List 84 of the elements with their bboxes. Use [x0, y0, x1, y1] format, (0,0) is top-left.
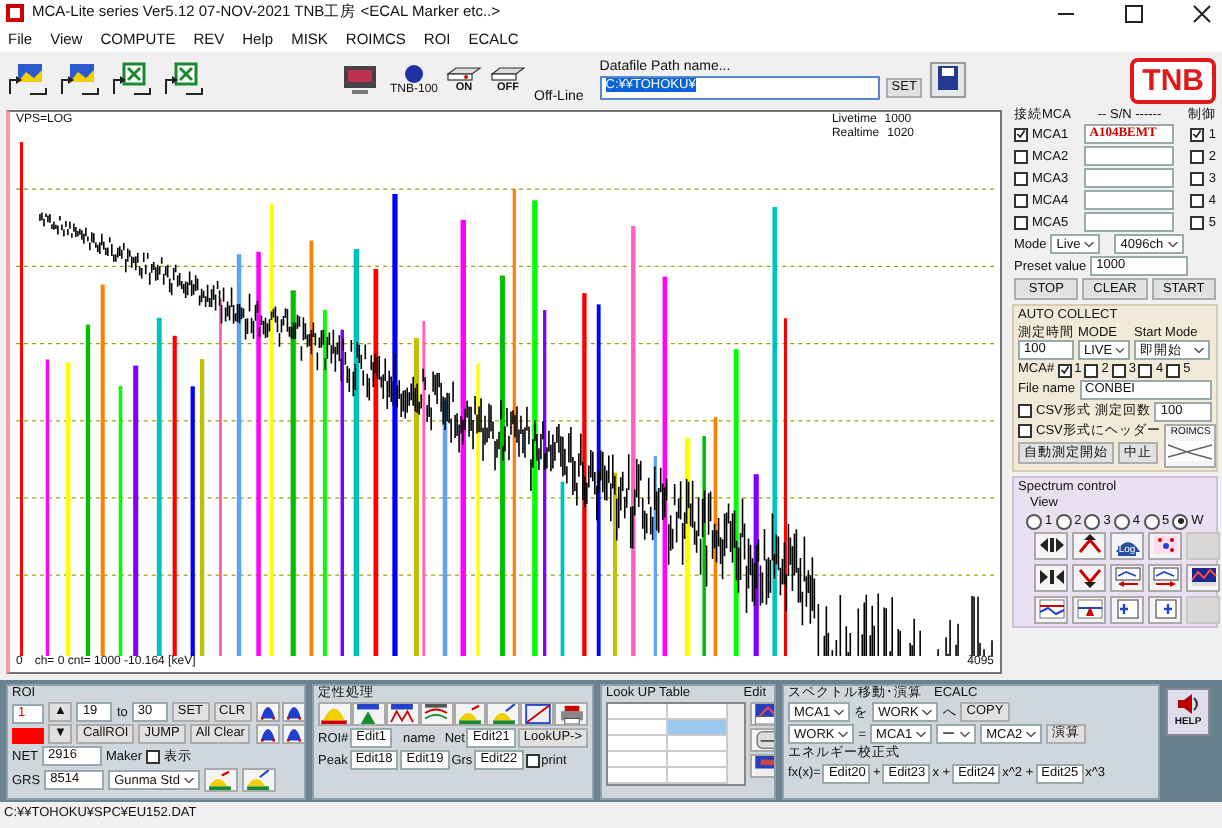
expand-button[interactable] — [1034, 531, 1068, 560]
monitor-button[interactable] — [338, 62, 382, 98]
peak-down-button[interactable] — [1072, 563, 1106, 592]
control-checkbox[interactable] — [1190, 171, 1205, 186]
image-arrow-button[interactable] — [58, 62, 102, 98]
peak-button[interactable] — [255, 724, 280, 745]
cursor-right-button[interactable] — [1148, 595, 1182, 624]
peak-button[interactable] — [281, 702, 304, 723]
serial-field[interactable] — [1083, 168, 1175, 189]
control-checkbox[interactable] — [1190, 127, 1205, 142]
view-radio[interactable] — [1026, 513, 1042, 530]
caret-icon — [1026, 731, 1037, 738]
csv-checkbox[interactable] — [1018, 404, 1032, 419]
speaker-icon — [1174, 692, 1202, 716]
logo: TNB — [1130, 57, 1216, 103]
image-arrow-button[interactable] — [6, 62, 50, 98]
control-checkbox[interactable] — [1190, 215, 1205, 230]
circle-icon — [404, 64, 424, 84]
smooth-button[interactable] — [419, 702, 453, 727]
print-checkbox[interactable] — [525, 753, 540, 768]
roical-button[interactable] — [453, 702, 487, 727]
caret-icon — [960, 731, 971, 738]
mca-checkbox[interactable] — [1138, 363, 1153, 378]
roi-color-swatch[interactable] — [12, 727, 44, 744]
lookup-table[interactable] — [606, 702, 746, 787]
mca-checkbox[interactable] — [1111, 363, 1126, 378]
caret-icon — [183, 777, 194, 784]
view-radio[interactable] — [1143, 513, 1159, 530]
drive-icon — [490, 66, 527, 82]
shift-left-button[interactable] — [1110, 563, 1144, 592]
shrink-button[interactable] — [1034, 563, 1068, 592]
shift-right-button[interactable] — [1148, 563, 1182, 592]
peak-up-button[interactable] — [1072, 531, 1106, 560]
caret-icon — [834, 709, 845, 716]
caret-icon — [922, 709, 933, 716]
peak-button[interactable] — [281, 724, 304, 745]
maximize-icon[interactable] — [1120, 3, 1148, 23]
table-button[interactable] — [750, 728, 774, 753]
auto-button[interactable] — [351, 702, 386, 727]
pkcal-button[interactable] — [385, 702, 420, 727]
drive-icon — [446, 66, 483, 82]
view-radio[interactable] — [1084, 513, 1101, 530]
caret-icon — [1116, 347, 1124, 354]
header-checkbox[interactable] — [1018, 424, 1032, 439]
view-radio[interactable] — [1113, 513, 1130, 530]
roi-cal-button[interactable] — [241, 768, 276, 793]
spreadsheet-arrow-button[interactable] — [110, 62, 154, 98]
roi-cal-button[interactable] — [203, 768, 238, 793]
mca-checkbox[interactable] — [1057, 363, 1072, 378]
ecal-button[interactable] — [520, 702, 555, 727]
save-button[interactable] — [930, 62, 967, 98]
printer-button[interactable] — [554, 702, 588, 727]
mca-checkbox[interactable] — [1014, 127, 1028, 142]
mca-checkbox[interactable] — [1014, 215, 1028, 230]
serial-field[interactable] — [1083, 190, 1175, 211]
table-button[interactable] — [750, 754, 774, 779]
mca-checkbox[interactable] — [1014, 193, 1028, 208]
cursor-left-button[interactable] — [1110, 595, 1144, 624]
view-radio[interactable] — [1172, 513, 1189, 530]
mca-checkbox[interactable] — [1166, 363, 1181, 378]
caret-icon — [916, 731, 927, 738]
control-checkbox[interactable] — [1190, 149, 1205, 164]
close-icon[interactable] — [1188, 3, 1216, 23]
caret-icon — [1084, 241, 1095, 248]
show-checkbox[interactable] — [146, 749, 161, 764]
view-radio[interactable] — [1055, 513, 1072, 530]
caret-icon — [838, 731, 849, 738]
table-button[interactable] — [750, 702, 774, 727]
peak-button[interactable] — [255, 702, 280, 723]
serial-field[interactable] — [1083, 146, 1175, 167]
marker-button[interactable] — [1072, 595, 1106, 624]
dots-button[interactable] — [1148, 531, 1182, 560]
caret-icon — [1194, 347, 1204, 354]
mca-checkbox[interactable] — [1014, 149, 1028, 164]
mca-checkbox[interactable] — [1084, 363, 1099, 378]
spreadsheet-arrow-button[interactable] — [162, 62, 206, 98]
peak-fill-button[interactable] — [318, 702, 352, 727]
color-button[interactable] — [1186, 563, 1220, 592]
control-checkbox[interactable] — [1190, 193, 1205, 208]
lines-button[interactable] — [1034, 595, 1068, 624]
crossing-lines-icon — [1166, 440, 1215, 463]
mca-checkbox[interactable] — [1014, 171, 1028, 186]
caret-icon — [1167, 241, 1178, 248]
serial-field[interactable] — [1083, 212, 1175, 233]
